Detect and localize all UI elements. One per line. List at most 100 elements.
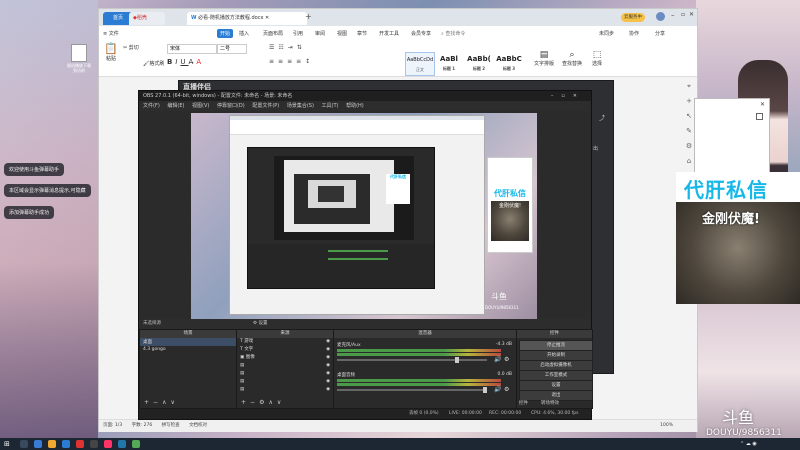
bullet-list-icon[interactable]: ☰ — [269, 44, 278, 51]
obs-menu-help[interactable]: 帮助(H) — [346, 103, 364, 109]
source-item[interactable]: T 文字 ◉ — [237, 346, 333, 354]
align-center-icon[interactable]: ≡ — [278, 58, 287, 65]
source-item[interactable]: ▤ ◉ — [237, 370, 333, 378]
paste-button[interactable]: 📋 粘贴 — [103, 42, 119, 62]
scene-item[interactable]: 桌面 — [140, 338, 236, 346]
speaker-icon[interactable]: 🔊 — [494, 356, 501, 363]
style-heading-1[interactable]: AaBl 标题 1 — [435, 52, 463, 74]
dock-tab-controls[interactable]: 控件 — [519, 400, 528, 406]
menu-layout[interactable]: 页面布局 — [263, 30, 283, 37]
underline-icon[interactable]: U — [180, 58, 188, 66]
eye-icon[interactable]: ◉ — [326, 354, 330, 362]
menu-insert[interactable]: 插入 — [239, 30, 249, 37]
format-painter-button[interactable]: 🖌格式刷 — [143, 60, 164, 67]
menu-start[interactable]: 开始 — [217, 29, 234, 38]
font-size-select[interactable]: 二号 — [217, 44, 247, 54]
source-item[interactable]: T 游戏 ◉ — [237, 338, 333, 346]
minimize-icon[interactable]: – — [671, 11, 675, 19]
tab-docer[interactable]: ◆稻壳 — [129, 12, 165, 25]
close-icon[interactable]: ✕ — [760, 101, 765, 108]
obs-preview-canvas[interactable]: 代肝私信 代肝私信 金刚伏魔! 斗鱼 DOUYU/9856311 — [191, 113, 537, 319]
start-button[interactable]: ⊞ — [4, 440, 10, 448]
checkbox-icon[interactable] — [756, 113, 763, 120]
menu-references[interactable]: 引用 — [293, 30, 303, 37]
dock-tab-transitions[interactable]: 转场特效 — [541, 400, 559, 406]
eye-icon[interactable]: ◉ — [326, 362, 330, 370]
menu-file[interactable]: ≡ 文件 — [103, 30, 119, 37]
transition-settings[interactable]: ⚙ 设置 — [253, 320, 267, 326]
minimize-icon[interactable]: – — [551, 93, 562, 99]
obs-menu-profile[interactable]: 配置文件(P) — [252, 103, 279, 109]
task-view-icon[interactable] — [34, 440, 42, 448]
source-item[interactable]: ▤ ◉ — [237, 378, 333, 386]
align-right-icon[interactable]: ≡ — [287, 58, 296, 65]
companion-exit-button[interactable]: 出 — [593, 145, 598, 152]
volume-slider[interactable] — [337, 387, 487, 393]
move-down-icon[interactable]: ∨ — [170, 399, 178, 406]
font-format-buttons[interactable]: BIUA̶A — [167, 58, 204, 66]
add-icon[interactable]: + — [144, 399, 153, 406]
eye-icon[interactable]: ◉ — [326, 370, 330, 378]
source-item[interactable]: ▤ ◉ — [237, 386, 333, 394]
speaker-icon[interactable]: 🔊 — [494, 386, 501, 393]
gear-icon[interactable]: ⚙ — [504, 356, 509, 363]
share-icon[interactable]: ⤴ — [599, 113, 605, 122]
eye-icon[interactable]: ◉ — [326, 386, 330, 394]
menu-view[interactable]: 视图 — [337, 30, 347, 37]
menu-developer[interactable]: 开发工具 — [379, 30, 399, 37]
text-layout-button[interactable]: ▤ 文字排版 — [531, 50, 557, 67]
search-command[interactable]: ⌕ 查找命令 — [441, 30, 465, 37]
gear-icon[interactable]: ⚙ — [504, 386, 509, 393]
eye-icon[interactable]: ◉ — [326, 378, 330, 386]
browser-icon[interactable] — [62, 440, 70, 448]
select-button[interactable]: ⬚ 选择 — [587, 50, 607, 67]
menu-review[interactable]: 审阅 — [315, 30, 325, 37]
eye-icon[interactable]: ◉ — [326, 346, 330, 354]
close-icon[interactable]: ✕ — [265, 15, 269, 21]
font-color-icon[interactable]: A — [196, 58, 204, 66]
obs-window-controls[interactable]: –▫✕ — [551, 91, 585, 101]
obs-menu-docks[interactable]: 停靠窗口(D) — [217, 103, 245, 109]
doc-proof[interactable]: 文档校对 — [189, 423, 207, 428]
menu-chapter[interactable]: 章节 — [357, 30, 367, 37]
align-buttons[interactable]: ≡≡≡≡↕ — [269, 58, 314, 65]
scene-item[interactable]: 4.3 gongo — [140, 346, 236, 353]
zoom-level[interactable]: 100% — [660, 420, 673, 432]
move-up-icon[interactable]: ∧ — [268, 399, 276, 406]
eye-icon[interactable]: ◉ — [326, 338, 330, 346]
remove-icon[interactable]: − — [250, 399, 259, 406]
search-icon[interactable] — [20, 440, 28, 448]
obs-menu-edit[interactable]: 编辑(E) — [167, 103, 184, 109]
obs-menu-view[interactable]: 视图(V) — [192, 103, 209, 109]
tab-document[interactable]: W 必看-随机播放方法教程.docx ✕ — [187, 12, 307, 25]
window-close-icon[interactable]: ✕ — [689, 11, 694, 18]
sort-icon[interactable]: ⇅ — [297, 44, 306, 51]
volume-slider-handle[interactable] — [455, 357, 459, 363]
app-icon[interactable] — [118, 440, 126, 448]
location-icon[interactable]: ⌖ — [683, 79, 695, 94]
desktop-file-icon[interactable]: 随机播放下载 到访的 — [62, 44, 96, 73]
move-down-icon[interactable]: ∨ — [277, 399, 285, 406]
font-family-select[interactable]: 宋体 — [167, 44, 217, 54]
folder-icon[interactable] — [48, 440, 56, 448]
style-heading-2[interactable]: AaBb(标题 2 — [465, 52, 493, 74]
maximize-icon[interactable]: ▫ — [681, 11, 685, 18]
obs-menu-tools[interactable]: 工具(T) — [322, 103, 339, 109]
find-replace-button[interactable]: ⌕ 查找替换 — [559, 50, 585, 67]
remove-icon[interactable]: − — [153, 399, 162, 406]
spell-check[interactable]: 拼写检查 — [162, 423, 180, 428]
avatar[interactable] — [656, 12, 665, 21]
style-normal[interactable]: AaBbCcDd 正文 — [405, 52, 435, 76]
new-tab-button[interactable]: + — [305, 12, 312, 21]
align-left-icon[interactable]: ≡ — [269, 58, 278, 65]
douyu-icon[interactable] — [104, 440, 112, 448]
source-item[interactable]: ▤ ◉ — [237, 362, 333, 370]
app-icon[interactable] — [132, 440, 140, 448]
numbered-list-icon[interactable]: ☷ — [278, 44, 287, 51]
obs-menu-file[interactable]: 文件(F) — [143, 103, 160, 109]
indent-icon[interactable]: ⇥ — [288, 44, 297, 51]
system-tray[interactable]: ⌃ ☁ ◉ — [740, 441, 757, 447]
volume-slider[interactable] — [337, 357, 487, 363]
cut-button[interactable]: ✂ 剪切 — [123, 44, 139, 51]
line-spacing-icon[interactable]: ↕ — [305, 58, 314, 65]
